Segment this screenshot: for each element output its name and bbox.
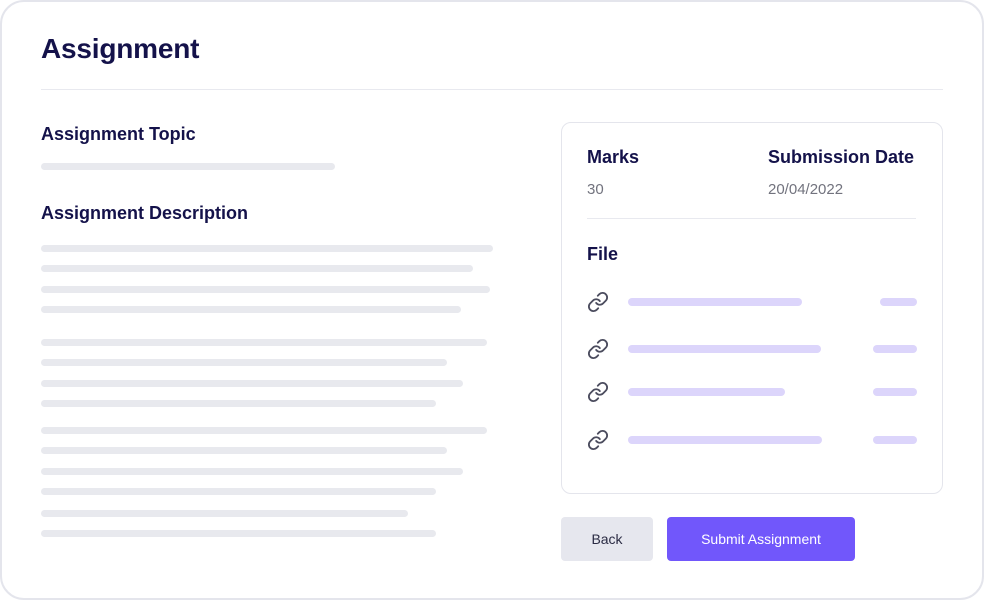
description-line [41, 468, 463, 475]
page-title: Assignment [41, 33, 200, 64]
file-item[interactable] [587, 381, 917, 403]
link-icon [587, 291, 609, 313]
file-name-placeholder [628, 436, 822, 444]
assignment-topic-placeholder [41, 163, 335, 170]
file-item[interactable] [587, 338, 917, 360]
submission-date-label: Submission Date [768, 147, 915, 167]
info-divider [587, 218, 916, 219]
file-name-placeholder [628, 345, 821, 353]
file-name-placeholder [628, 388, 785, 396]
file-size-placeholder [873, 345, 917, 353]
file-item[interactable] [587, 429, 917, 451]
description-line [41, 488, 436, 495]
file-size-placeholder [873, 388, 917, 396]
description-line [41, 339, 487, 346]
description-line [41, 380, 463, 387]
description-line [41, 245, 493, 252]
submission-date-value: 20/04/2022 [768, 181, 844, 198]
description-line [41, 265, 473, 272]
description-line [41, 530, 436, 537]
marks-value: 30 [587, 181, 604, 198]
description-line [41, 286, 490, 293]
back-button[interactable]: Back [561, 517, 653, 561]
link-icon [587, 381, 609, 403]
file-size-placeholder [880, 298, 917, 306]
file-label: File [587, 244, 619, 264]
assignment-description-label: Assignment Description [41, 203, 249, 223]
marks-label: Marks [587, 147, 640, 167]
submit-assignment-button[interactable]: Submit Assignment [667, 517, 855, 561]
description-line [41, 447, 447, 454]
description-line [41, 306, 461, 313]
description-line [41, 400, 436, 407]
file-name-placeholder [628, 298, 802, 306]
file-size-placeholder [873, 436, 917, 444]
description-line [41, 359, 447, 366]
header-divider [41, 89, 943, 90]
file-item[interactable] [587, 291, 917, 313]
description-line [41, 427, 487, 434]
link-icon [587, 338, 609, 360]
description-line [41, 510, 408, 517]
assignment-topic-label: Assignment Topic [41, 124, 196, 144]
link-icon [587, 429, 609, 451]
